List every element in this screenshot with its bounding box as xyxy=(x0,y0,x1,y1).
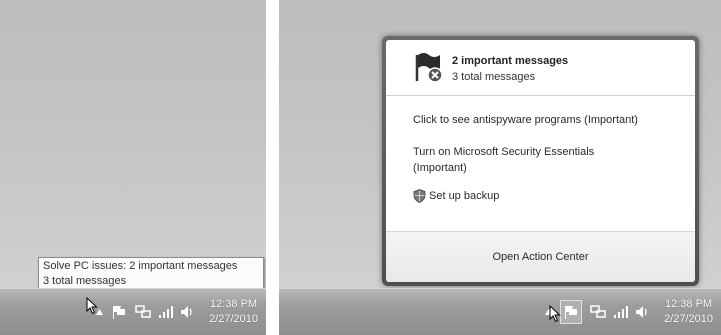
mouse-cursor-icon xyxy=(86,297,98,315)
action-center-popup: 2 important messages 3 total messages Cl… xyxy=(382,36,699,286)
clock[interactable]: 12:38 PM 2/27/2010 xyxy=(209,297,258,327)
mouse-cursor-icon xyxy=(549,305,561,323)
network-icon[interactable] xyxy=(590,302,606,322)
right-screenshot-panel: 2 important messages 3 total messages Cl… xyxy=(279,0,721,335)
clock-time: 12:38 PM xyxy=(664,298,713,310)
message-antispyware[interactable]: Click to see antispyware programs (Impor… xyxy=(413,112,638,128)
clock[interactable]: 12:38 PM 2/27/2010 xyxy=(664,297,713,327)
popup-subtitle: 3 total messages xyxy=(452,71,536,83)
network-icon[interactable] xyxy=(135,302,151,322)
popup-header: 2 important messages 3 total messages xyxy=(386,40,695,96)
shield-icon xyxy=(413,189,426,203)
signal-bars-icon[interactable] xyxy=(614,302,629,322)
taskbar: 12:38 PM 2/27/2010 xyxy=(279,288,721,335)
clock-date: 2/27/2010 xyxy=(664,313,713,325)
action-center-flag-icon[interactable] xyxy=(560,300,583,324)
clock-time: 12:38 PM xyxy=(209,298,258,310)
open-action-center-label: Open Action Center xyxy=(492,251,589,263)
popup-title: 2 important messages xyxy=(452,55,569,67)
notification-area: 12:38 PM 2/27/2010 xyxy=(545,296,713,328)
volume-icon[interactable] xyxy=(181,302,195,322)
message-set-up-backup[interactable]: Set up backup xyxy=(413,188,499,204)
volume-icon[interactable] xyxy=(636,302,650,322)
tooltip-line-1: Solve PC issues: 2 important messages xyxy=(43,260,238,272)
action-center-flag-icon xyxy=(415,53,443,83)
message-security-essentials-line1: Turn on Microsoft Security Essentials xyxy=(413,146,595,158)
message-security-essentials[interactable]: Turn on Microsoft Security Essentials (I… xyxy=(413,144,594,176)
message-security-essentials-line2: (Important) xyxy=(413,162,467,174)
open-action-center-link[interactable]: Open Action Center xyxy=(386,231,695,282)
action-center-tooltip: Solve PC issues: 2 important messages 3 … xyxy=(38,257,264,291)
action-center-flag-icon[interactable] xyxy=(111,302,127,322)
clock-date: 2/27/2010 xyxy=(209,313,258,325)
taskbar: 12:38 PM 2/27/2010 xyxy=(0,288,266,335)
left-screenshot-panel: Solve PC issues: 2 important messages 3 … xyxy=(0,0,266,335)
signal-bars-icon[interactable] xyxy=(159,302,174,322)
panel-divider xyxy=(266,0,279,335)
notification-area: 12:38 PM 2/27/2010 xyxy=(96,296,258,328)
tooltip-line-2: 3 total messages xyxy=(43,275,127,287)
message-antispyware-label: Click to see antispyware programs (Impor… xyxy=(413,114,638,126)
message-set-up-backup-label: Set up backup xyxy=(429,190,500,202)
